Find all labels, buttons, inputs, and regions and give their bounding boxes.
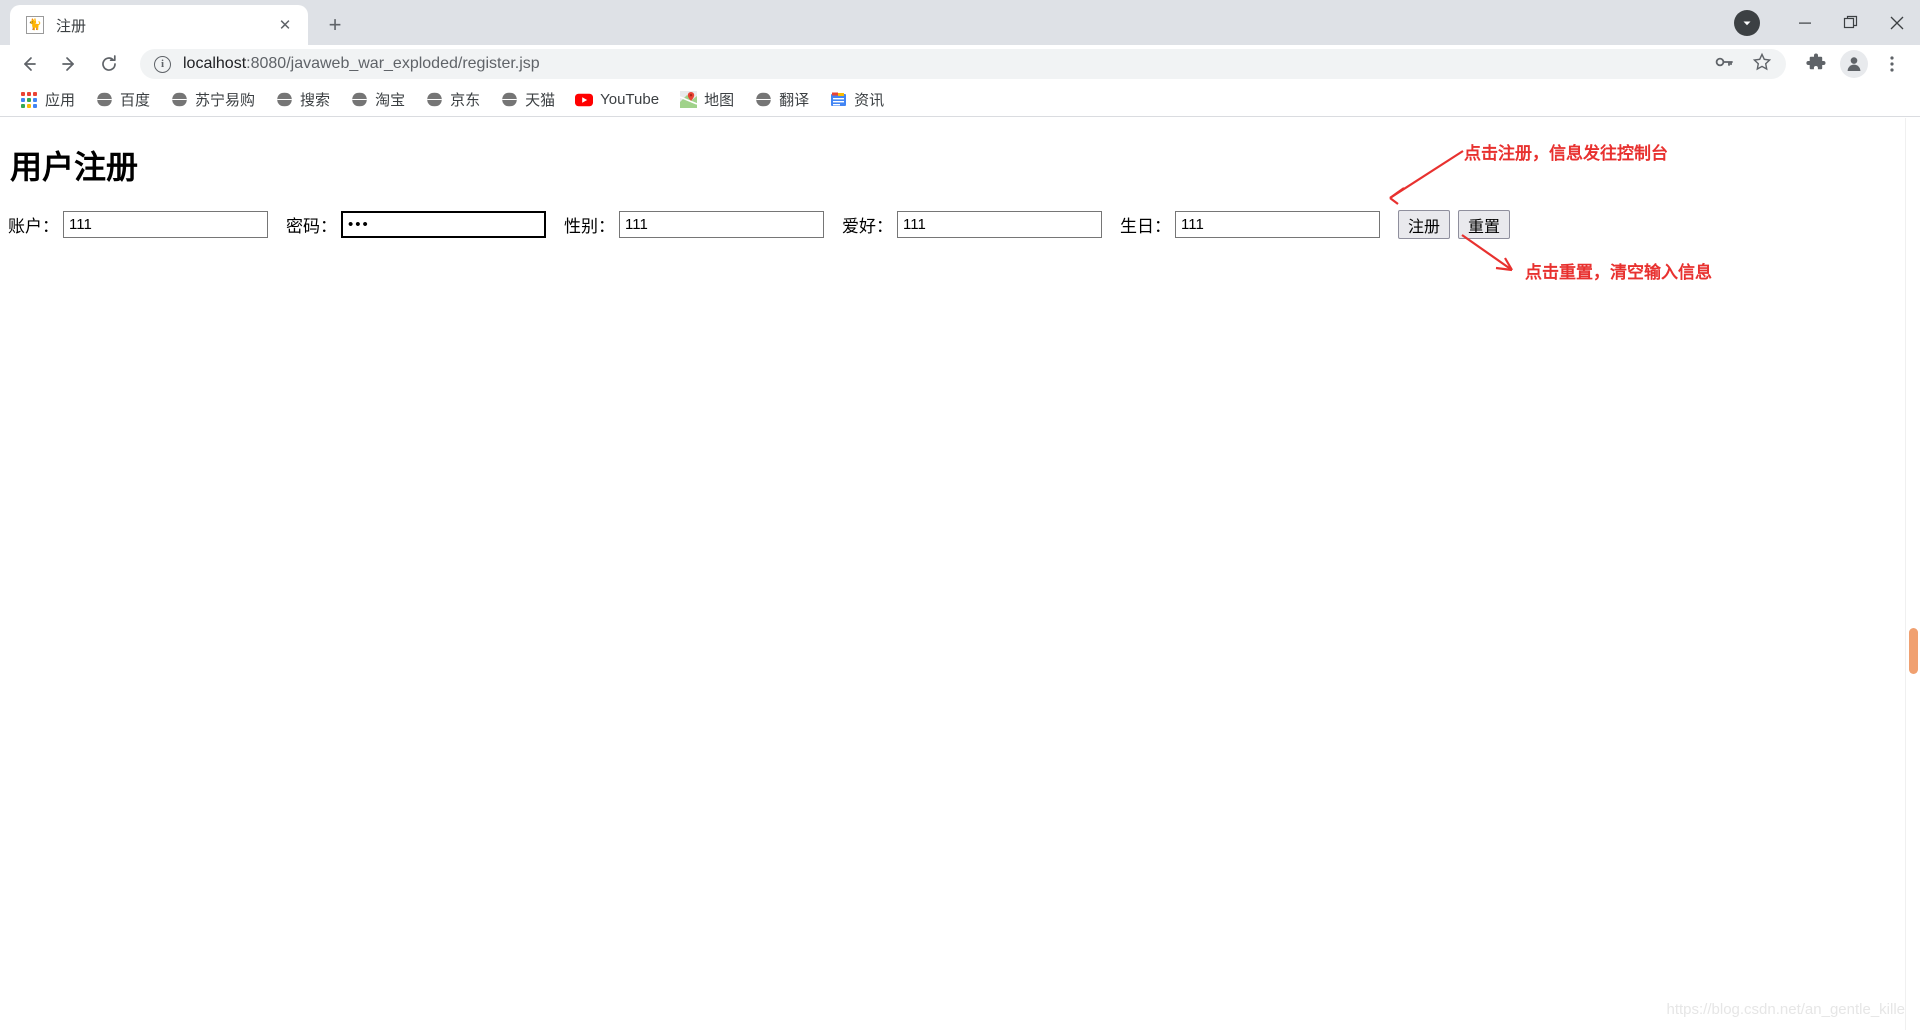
site-info-icon[interactable]: i bbox=[154, 55, 171, 73]
three-dot-menu-icon[interactable] bbox=[1876, 48, 1908, 80]
bookmark-suning[interactable]: 苏宁易购 bbox=[162, 86, 263, 113]
gender-label: 性别： bbox=[564, 217, 615, 237]
scrollbar-thumb[interactable] bbox=[1909, 628, 1918, 674]
globe-icon bbox=[95, 91, 113, 109]
globe-icon bbox=[754, 91, 772, 109]
annotation-arrows bbox=[1389, 150, 1513, 272]
account-input[interactable] bbox=[63, 211, 268, 238]
youtube-icon bbox=[575, 91, 594, 109]
register-form: 账户： 密码： 性别： 爱好： 生日： 注册 重置 bbox=[8, 210, 1518, 239]
bookmark-label: 应用 bbox=[45, 92, 76, 109]
bookmark-label: 搜索 bbox=[300, 92, 331, 109]
maximize-restore-button[interactable] bbox=[1828, 0, 1874, 45]
new-tab-button[interactable]: + bbox=[318, 8, 352, 42]
bookmark-search[interactable]: 搜索 bbox=[267, 86, 338, 113]
bookmark-label: 百度 bbox=[120, 92, 151, 109]
bookmark-baidu[interactable]: 百度 bbox=[87, 86, 158, 113]
tab-title: 注册 bbox=[56, 17, 87, 35]
address-bar[interactable]: i localhost:8080/javaweb_war_exploded/re… bbox=[140, 49, 1786, 79]
birthday-label: 生日： bbox=[1120, 217, 1171, 237]
extensions-puzzle-icon[interactable] bbox=[1800, 48, 1832, 80]
bookmark-label: 资讯 bbox=[854, 92, 885, 109]
url-host: localhost bbox=[183, 55, 247, 72]
user-avatar-icon[interactable] bbox=[1840, 50, 1868, 78]
window-controls bbox=[1734, 0, 1920, 45]
bookmark-taobao[interactable]: 淘宝 bbox=[342, 86, 413, 113]
page-scrollbar[interactable] bbox=[1905, 118, 1920, 1030]
globe-icon bbox=[275, 91, 293, 109]
reset-annotation-arrow bbox=[1461, 234, 1513, 272]
profile-avatar[interactable] bbox=[1838, 48, 1870, 80]
password-input[interactable] bbox=[341, 211, 546, 238]
google-news-icon bbox=[829, 91, 847, 109]
browser-window: 🐈 注册 ✕ + i localhost:8080/javaweb_war_ex… bbox=[0, 0, 1920, 1030]
tab-strip: 🐈 注册 ✕ + bbox=[0, 0, 352, 45]
globe-icon bbox=[170, 91, 188, 109]
password-label: 密码： bbox=[286, 217, 337, 237]
globe-icon bbox=[425, 91, 443, 109]
page-viewport: 用户注册 账户： 密码： 性别： 爱好： 生日： 注册 重置 bbox=[0, 118, 1920, 1030]
csdn-watermark: https://blog.csdn.net/an_gentle_killer bbox=[1666, 1001, 1911, 1018]
bookmark-label: 天猫 bbox=[525, 92, 556, 109]
bookmark-translate[interactable]: 翻译 bbox=[746, 86, 817, 113]
bookmark-tmall[interactable]: 天猫 bbox=[492, 86, 563, 113]
bookmark-label: 地图 bbox=[704, 92, 735, 109]
navigation-toolbar: i localhost:8080/javaweb_war_exploded/re… bbox=[0, 45, 1920, 83]
downloads-icon[interactable] bbox=[1734, 9, 1760, 36]
minimize-button[interactable] bbox=[1782, 0, 1828, 45]
register-annotation-text: 点击注册，信息发往控制台 bbox=[1464, 144, 1668, 164]
apps-grid-icon bbox=[20, 91, 38, 109]
bookmark-label: 京东 bbox=[450, 92, 481, 109]
bookmark-label: 翻译 bbox=[779, 92, 810, 109]
bookmark-label: 苏宁易购 bbox=[195, 92, 256, 109]
password-key-icon[interactable] bbox=[1714, 52, 1734, 77]
hobby-label: 爱好： bbox=[842, 217, 893, 237]
birthday-input[interactable] bbox=[1175, 211, 1380, 238]
account-label: 账户： bbox=[8, 217, 59, 237]
bookmark-label: 淘宝 bbox=[375, 92, 406, 109]
bookmarks-bar: 应用 百度 苏宁易购 搜索 淘宝 京东 天猫 YouTube 地图 翻译 资讯 bbox=[0, 83, 1920, 117]
reset-annotation-text: 点击重置，清空输入信息 bbox=[1525, 263, 1712, 283]
bookmark-jd[interactable]: 京东 bbox=[417, 86, 488, 113]
hobby-input[interactable] bbox=[897, 211, 1102, 238]
globe-icon bbox=[350, 91, 368, 109]
bookmark-star-icon[interactable] bbox=[1752, 52, 1772, 77]
browser-tab[interactable]: 🐈 注册 ✕ bbox=[10, 5, 308, 45]
bookmark-youtube[interactable]: YouTube bbox=[567, 88, 667, 112]
gender-input[interactable] bbox=[619, 211, 824, 238]
title-bar: 🐈 注册 ✕ + bbox=[0, 0, 1920, 45]
reset-button[interactable]: 重置 bbox=[1458, 210, 1511, 239]
register-button[interactable]: 注册 bbox=[1398, 210, 1451, 239]
bookmark-news[interactable]: 资讯 bbox=[821, 86, 892, 113]
back-button[interactable] bbox=[12, 47, 46, 81]
tab-close-icon[interactable]: ✕ bbox=[274, 14, 296, 36]
bookmark-maps[interactable]: 地图 bbox=[671, 86, 742, 113]
globe-icon bbox=[500, 91, 518, 109]
url-path: :8080/javaweb_war_exploded/register.jsp bbox=[246, 55, 540, 72]
url-text: localhost:8080/javaweb_war_exploded/regi… bbox=[183, 55, 540, 73]
google-maps-icon bbox=[679, 91, 697, 109]
reload-button[interactable] bbox=[92, 47, 126, 81]
tab-favicon-tomcat-icon: 🐈 bbox=[26, 16, 44, 34]
bookmark-label: YouTube bbox=[600, 91, 660, 108]
bookmark-apps[interactable]: 应用 bbox=[12, 86, 83, 113]
close-window-button[interactable] bbox=[1874, 0, 1920, 45]
forward-button[interactable] bbox=[52, 47, 86, 81]
